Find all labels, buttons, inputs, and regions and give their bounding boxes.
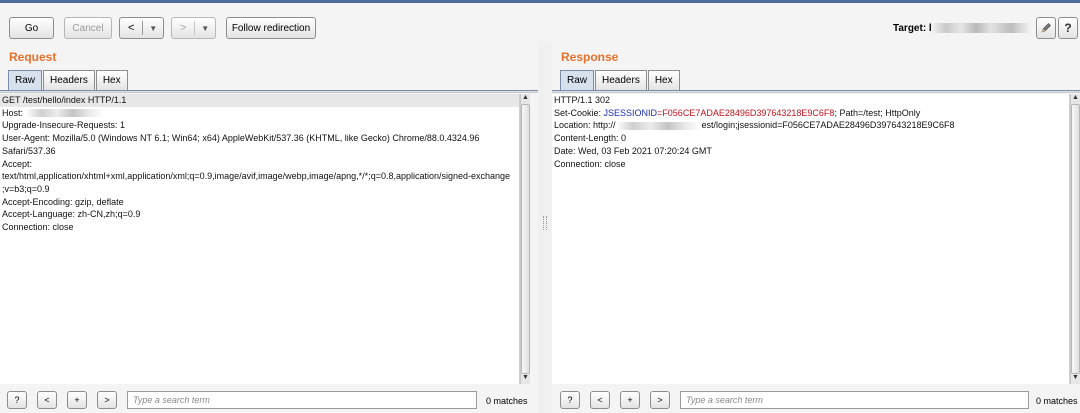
response-scrollbar[interactable]: ▲ ▼ <box>1070 94 1080 384</box>
request-search-prev-button[interactable]: < <box>37 391 57 409</box>
request-search-add-button[interactable]: + <box>67 391 87 409</box>
response-date-line: Date: Wed, 03 Feb 2021 07:20:24 GMT <box>554 145 712 156</box>
request-line: Upgrade-Insecure-Requests: 1 <box>2 120 126 131</box>
response-set-cookie-line: Set-Cookie: JSESSIONID=F056CE7ADAE28496D… <box>554 107 921 118</box>
request-search-help-button[interactable]: ? <box>7 391 27 409</box>
pencil-icon <box>1041 23 1051 33</box>
response-title: Response <box>561 50 619 64</box>
response-editor[interactable]: HTTP/1.1 302 Set-Cookie: JSESSIONID=F056… <box>552 94 1070 384</box>
request-line: GET /test/hello/index HTTP/1.1 <box>0 94 519 107</box>
back-arrow-icon: < <box>120 21 144 35</box>
response-search-input[interactable] <box>680 391 1029 409</box>
forward-button[interactable]: > ▼ <box>171 17 216 39</box>
request-line: text/html,application/xhtml+xml,applicat… <box>2 171 511 182</box>
response-content-length-line: Content-Length: 0 <box>554 133 627 144</box>
request-tab-headers[interactable]: Headers <box>43 70 95 90</box>
location-host-redacted <box>615 122 702 131</box>
help-button[interactable]: ? <box>1058 17 1078 39</box>
scroll-down-icon[interactable]: ▼ <box>521 374 530 384</box>
scroll-thumb[interactable] <box>1071 104 1080 374</box>
request-line: Accept-Encoding: gzip, deflate <box>2 196 124 207</box>
response-tab-headers[interactable]: Headers <box>595 70 647 90</box>
scroll-up-icon[interactable]: ▲ <box>1071 94 1080 104</box>
response-status-line: HTTP/1.1 302 <box>554 95 611 105</box>
response-location-line: Location: http://est/login;jsessionid=F0… <box>554 120 955 131</box>
cookie-name: JSESSIONID <box>603 107 658 118</box>
request-line-host: Host: <box>0 107 519 120</box>
request-search-next-button[interactable]: > <box>97 391 117 409</box>
request-tabs: Raw Headers Hex <box>8 70 129 90</box>
request-search-input[interactable] <box>127 391 477 409</box>
scroll-thumb[interactable] <box>521 104 530 374</box>
request-search-bar: ? < + > 0 matches <box>0 387 538 413</box>
edit-target-button[interactable] <box>1036 17 1056 39</box>
target-host-redacted <box>931 23 1031 33</box>
toolbar: Go Cancel < ▼ > ▼ Follow redirection Tar… <box>0 3 1080 41</box>
response-tabs: Raw Headers Hex <box>560 70 681 90</box>
request-scrollbar[interactable]: ▲ ▼ <box>520 94 530 384</box>
scroll-down-icon[interactable]: ▼ <box>1071 374 1080 384</box>
response-match-count: 0 matches <box>1036 396 1078 406</box>
request-line: ;v=b3;q=0.9 <box>2 183 50 194</box>
forward-arrow-icon: > <box>172 21 196 35</box>
response-search-add-button[interactable]: + <box>620 391 640 409</box>
request-tab-underline <box>0 90 538 93</box>
request-tab-hex[interactable]: Hex <box>95 70 128 90</box>
splitter-grip[interactable] <box>543 216 547 230</box>
forward-dropdown-icon[interactable]: ▼ <box>195 24 215 33</box>
request-panel: Request Raw Headers Hex GET /test/hello/… <box>0 41 538 413</box>
cookie-value: =F056CE7ADAE28496D397643218E9C6F8 <box>657 107 835 118</box>
response-tab-raw[interactable]: Raw <box>560 70 595 90</box>
cancel-button[interactable]: Cancel <box>64 17 112 39</box>
response-panel: Response Raw Headers Hex HTTP/1.1 302 Se… <box>552 41 1080 413</box>
follow-redirection-button[interactable]: Follow redirection <box>226 17 316 39</box>
response-connection-line: Connection: close <box>554 158 626 169</box>
response-search-help-button[interactable]: ? <box>560 391 580 409</box>
response-tab-hex[interactable]: Hex <box>647 70 680 90</box>
scroll-up-icon[interactable]: ▲ <box>521 94 530 104</box>
response-search-bar: ? < + > 0 matches <box>552 387 1080 413</box>
panel-splitter[interactable] <box>538 41 552 413</box>
request-line: Connection: close <box>2 222 74 233</box>
request-editor[interactable]: GET /test/hello/index HTTP/1.1 Host: Upg… <box>0 94 520 384</box>
back-button[interactable]: < ▼ <box>119 17 164 39</box>
back-dropdown-icon[interactable]: ▼ <box>143 24 163 33</box>
request-title: Request <box>9 50 57 64</box>
host-redacted <box>25 109 104 118</box>
response-search-next-button[interactable]: > <box>650 391 670 409</box>
response-tab-underline <box>552 90 1080 93</box>
request-line: User-Agent: Mozilla/5.0 (Windows NT 6.1;… <box>2 133 480 144</box>
request-line: Accept-Language: zh-CN,zh;q=0.9 <box>2 209 141 220</box>
request-line: Safari/537.36 <box>2 145 56 156</box>
go-button[interactable]: Go <box>9 17 54 39</box>
request-match-count: 0 matches <box>486 396 528 406</box>
request-tab-raw[interactable]: Raw <box>8 70 43 90</box>
response-search-prev-button[interactable]: < <box>590 391 610 409</box>
request-line: Accept: <box>2 158 33 169</box>
